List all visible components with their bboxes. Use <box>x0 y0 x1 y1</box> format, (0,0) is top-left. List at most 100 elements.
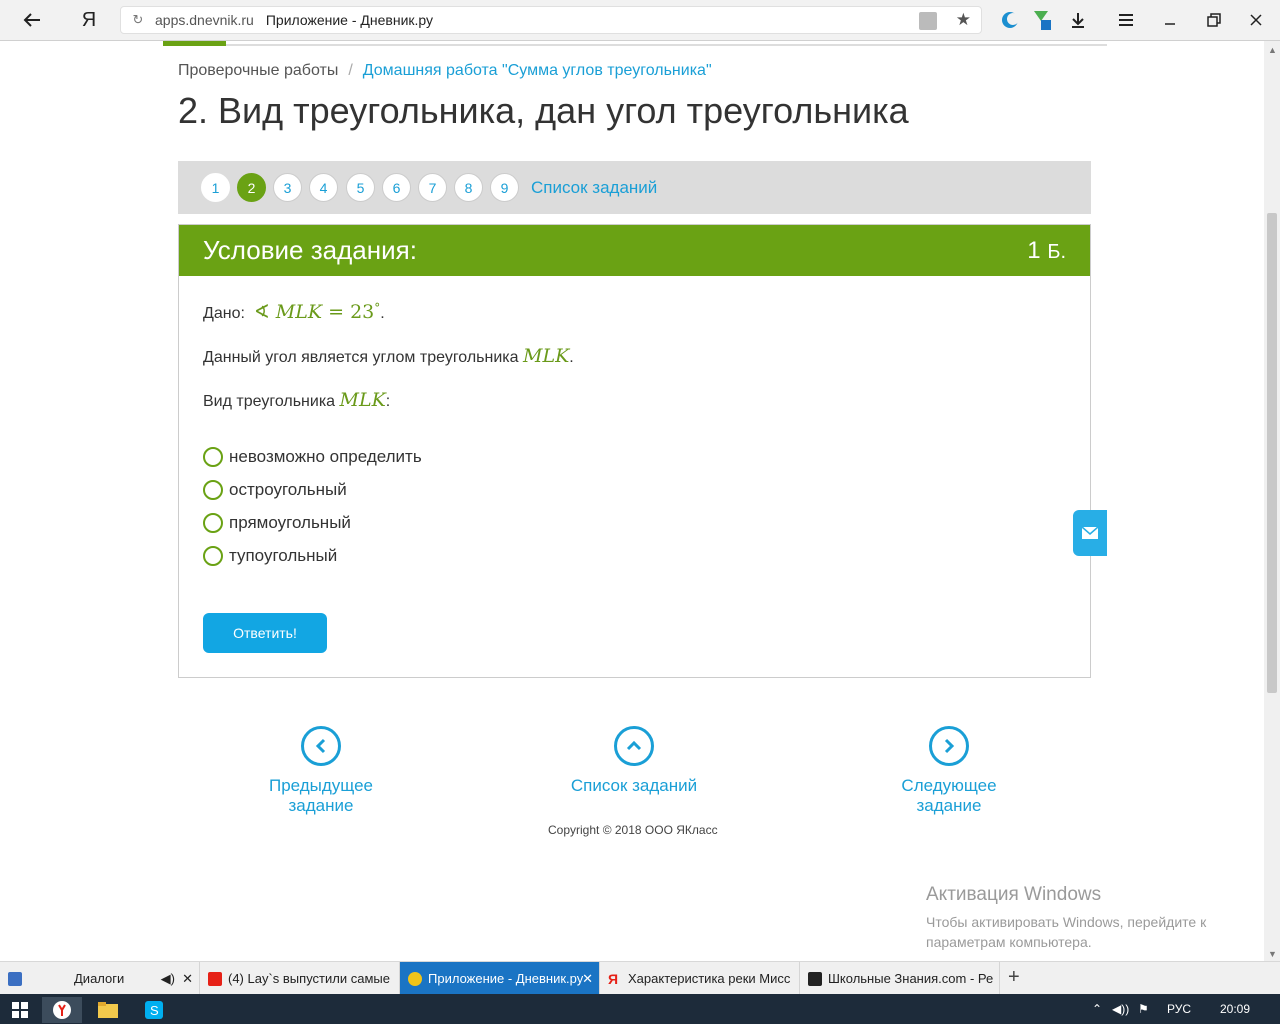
task-points: 1 Б. <box>1027 237 1066 265</box>
reload-icon[interactable]: ↻ <box>121 12 155 28</box>
question-line: Вид треугольника MLK: <box>203 389 391 411</box>
scrollbar[interactable]: ▲ ▼ <box>1264 41 1280 961</box>
tab-znanija[interactable]: Школьные Знания.com - Ре <box>800 962 1000 995</box>
tab-close-icon[interactable]: ✕ <box>182 971 193 987</box>
radio-button[interactable] <box>203 546 223 566</box>
task-points-unit: Б. <box>1047 240 1066 263</box>
extensions-icon[interactable] <box>1028 0 1054 40</box>
tab-youtube[interactable]: (4) Lay`s выпустили самые е <box>200 962 400 995</box>
task-list-link[interactable]: Список заданий <box>570 726 698 796</box>
download-icon[interactable] <box>1066 0 1090 40</box>
task-header: Условие задания: 1 Б. <box>179 225 1090 276</box>
pager-item-3[interactable]: 3 <box>273 173 302 202</box>
lock-icon[interactable] <box>919 12 937 30</box>
question-math: MLK <box>339 389 386 411</box>
back-arrow-icon[interactable] <box>14 0 50 40</box>
pager-item-5[interactable]: 5 <box>346 173 375 202</box>
next-task-label[interactable]: Следующее задание <box>901 776 996 815</box>
tab-dialogs[interactable]: Диалоги ◀) ✕ <box>0 962 200 995</box>
close-icon[interactable] <box>1244 0 1268 40</box>
radio-button[interactable] <box>203 513 223 533</box>
option-label[interactable]: невозможно определить <box>229 447 422 467</box>
pager-task-list-link[interactable]: Список заданий <box>531 178 657 198</box>
question-text: Вид треугольника <box>203 393 336 410</box>
tab-label: Школьные Знания.com - Ре <box>828 971 994 986</box>
pager-item-6[interactable]: 6 <box>382 173 411 202</box>
address-bar[interactable]: ↻ apps.dnevnik.ru Приложение - Дневник.р… <box>120 6 982 34</box>
menu-icon[interactable] <box>1114 0 1138 40</box>
clock[interactable]: 20:09 <box>1220 1002 1250 1016</box>
angle-value: 23 <box>350 301 375 323</box>
angle-name: MLK <box>275 301 323 323</box>
breadcrumb-current[interactable]: Домашняя работа "Сумма углов треугольник… <box>363 62 712 79</box>
znanija-icon <box>808 971 822 986</box>
next-task-link[interactable]: Следующее задание <box>868 726 1030 816</box>
yandex-logo[interactable]: Я <box>78 0 100 40</box>
radio-button[interactable] <box>203 447 223 467</box>
option-cannot-determine[interactable]: невозможно определить <box>203 447 422 467</box>
task-card: Условие задания: 1 Б. Дано: ∢ MLK = 23°.… <box>178 224 1091 678</box>
svg-text:S: S <box>150 1003 159 1018</box>
pager-item-8[interactable]: 8 <box>454 173 483 202</box>
tab-label: Характеристика реки Мисс <box>628 971 791 986</box>
new-tab-icon[interactable]: + <box>1008 966 1020 989</box>
top-divider <box>163 44 1107 46</box>
language-indicator[interactable]: РУС <box>1167 1002 1191 1016</box>
browser-toolbar: Я ↻ apps.dnevnik.ru Приложение - Дневник… <box>0 0 1280 41</box>
tab-yandex-search[interactable]: Я Характеристика реки Мисс <box>600 962 800 995</box>
task-pager: 1 2 3 4 5 6 7 8 9 Список заданий <box>178 161 1091 214</box>
speaker-icon[interactable]: ◀) <box>161 971 175 987</box>
breadcrumb-root[interactable]: Проверочные работы <box>178 62 338 79</box>
pager-item-9[interactable]: 9 <box>490 173 519 202</box>
scroll-down-icon[interactable]: ▼ <box>1268 949 1277 959</box>
star-icon[interactable]: ★ <box>956 10 971 30</box>
page-title: 2. Вид треугольника, дан угол треугольни… <box>178 90 909 131</box>
option-label[interactable]: тупоугольный <box>229 546 337 566</box>
pager-item-1[interactable]: 1 <box>201 173 230 202</box>
network-icon[interactable]: ⚑ <box>1138 1002 1149 1016</box>
task-header-title: Условие задания: <box>203 235 417 265</box>
windows-taskbar: S ⌃ ◀)) ⚑ РУС 20:09 <box>0 994 1280 1024</box>
browser-tabs-bar: Диалоги ◀) ✕ (4) Lay`s выпустили самые е… <box>0 961 1280 995</box>
option-obtuse[interactable]: тупоугольный <box>203 546 337 566</box>
restore-icon[interactable] <box>1202 0 1226 40</box>
pager-item-7[interactable]: 7 <box>418 173 447 202</box>
address-domain: apps.dnevnik.ru <box>155 12 254 28</box>
chevron-up-icon[interactable] <box>614 726 654 766</box>
option-acute[interactable]: остроугольный <box>203 480 347 500</box>
pager-item-2[interactable]: 2 <box>237 173 266 202</box>
option-right[interactable]: прямоугольный <box>203 513 351 533</box>
given-label: Дано: <box>203 305 245 322</box>
feedback-mail-icon[interactable] <box>1073 510 1107 556</box>
windows-start-icon[interactable] <box>0 997 40 1023</box>
tray-expand-icon[interactable]: ⌃ <box>1092 1002 1102 1016</box>
scroll-up-icon[interactable]: ▲ <box>1268 45 1277 55</box>
option-label[interactable]: остроугольный <box>229 480 347 500</box>
submit-answer-button[interactable]: Ответить! <box>203 613 327 653</box>
yandex-browser-icon[interactable] <box>42 997 82 1023</box>
task-list-label[interactable]: Список заданий <box>571 776 697 795</box>
pager-item-4[interactable]: 4 <box>309 173 338 202</box>
scroll-thumb[interactable] <box>1267 213 1277 693</box>
chevron-left-icon[interactable] <box>301 726 341 766</box>
degree-symbol: ° <box>374 301 381 315</box>
prev-task-label[interactable]: Предыдущее задание <box>269 776 373 815</box>
statement-line: Данный угол является углом треугольника … <box>203 345 574 367</box>
radio-button[interactable] <box>203 480 223 500</box>
statement-math: MLK <box>523 345 570 367</box>
skype-icon[interactable]: S <box>134 997 174 1023</box>
tab-label: Приложение - Дневник.ру <box>428 971 584 986</box>
file-explorer-icon[interactable] <box>88 997 128 1023</box>
task-points-value: 1 <box>1027 236 1041 264</box>
option-label[interactable]: прямоугольный <box>229 513 351 533</box>
tab-dnevnik[interactable]: Приложение - Дневник.ру ✕ <box>400 962 600 995</box>
minimize-icon[interactable] <box>1158 0 1182 40</box>
prev-task-link[interactable]: Предыдущее задание <box>236 726 406 816</box>
activation-text: Чтобы активировать Windows, перейдите к … <box>926 914 1207 950</box>
volume-icon[interactable]: ◀)) <box>1112 1002 1129 1016</box>
turbo-icon[interactable] <box>998 0 1022 40</box>
tab-close-icon[interactable]: ✕ <box>582 971 593 987</box>
youtube-icon <box>208 971 222 986</box>
chevron-right-icon[interactable] <box>929 726 969 766</box>
breadcrumb: Проверочные работы / Домашняя работа "Сумм… <box>178 62 712 80</box>
